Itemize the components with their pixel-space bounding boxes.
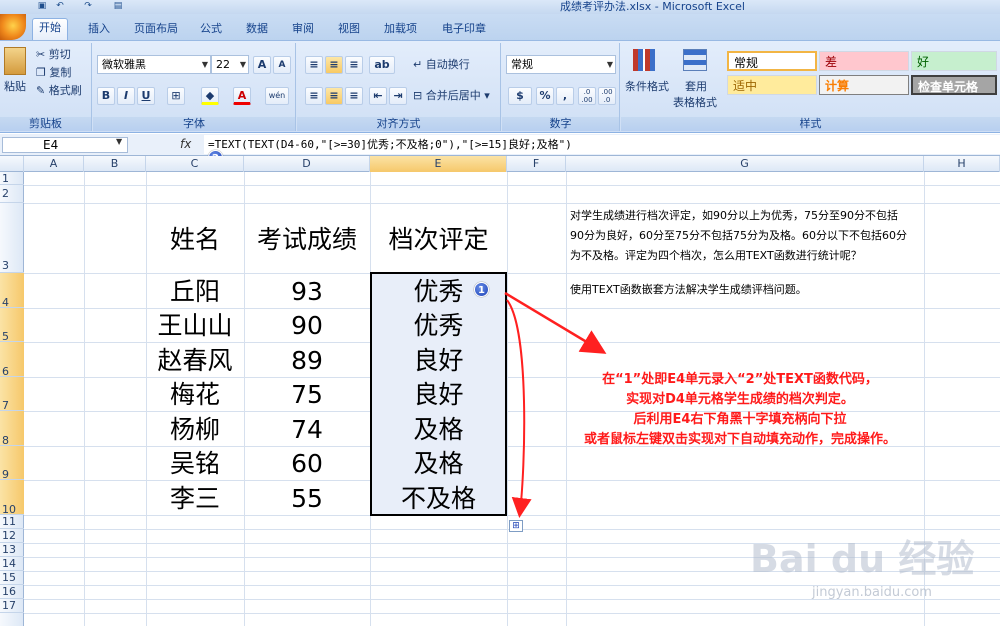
annotation-text: 在“1”处即E4单元录入“2”处TEXT函数代码， 实现对D4单元格学生成绩的档… [583, 372, 896, 447]
baidu-watermark-url: jingyan.baidu.com [812, 585, 932, 600]
arrow-to-fill-handle [506, 299, 532, 518]
baidu-watermark: Bai du 经验 [750, 537, 975, 581]
fill-options-icon[interactable]: ⊞ [509, 520, 523, 532]
